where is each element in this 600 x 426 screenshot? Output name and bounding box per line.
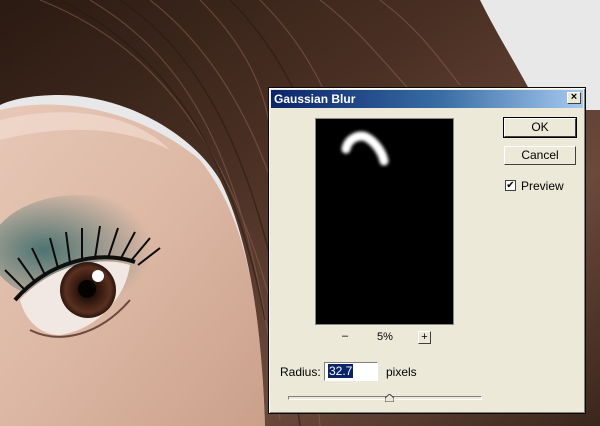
zoom-controls: – 5% + [315, 330, 454, 346]
gaussian-blur-dialog: Gaussian Blur × – 5% + OK Cancel ✔ Previ… [268, 87, 586, 414]
dialog-title: Gaussian Blur [274, 92, 356, 106]
radius-unit-label: pixels [386, 365, 417, 379]
title-bar[interactable]: Gaussian Blur × [271, 90, 583, 108]
preview-image [341, 131, 389, 166]
zoom-level: 5% [377, 331, 393, 343]
zoom-out-icon[interactable]: – [339, 330, 351, 342]
preview-label: Preview [521, 179, 564, 193]
zoom-in-icon[interactable]: + [418, 331, 431, 344]
preview-thumbnail[interactable] [315, 118, 454, 325]
radius-input[interactable]: 32.7 [324, 362, 378, 381]
preview-checkbox[interactable]: ✔ [505, 180, 516, 191]
radius-value: 32.7 [328, 364, 354, 378]
checkmark-icon: ✔ [506, 180, 515, 191]
close-icon: × [570, 91, 578, 103]
close-button[interactable]: × [567, 92, 581, 104]
slider-thumb-icon[interactable] [384, 394, 394, 402]
cancel-button[interactable]: Cancel [504, 146, 576, 165]
radius-label: Radius: [280, 365, 321, 379]
ok-button[interactable]: OK [503, 117, 577, 138]
